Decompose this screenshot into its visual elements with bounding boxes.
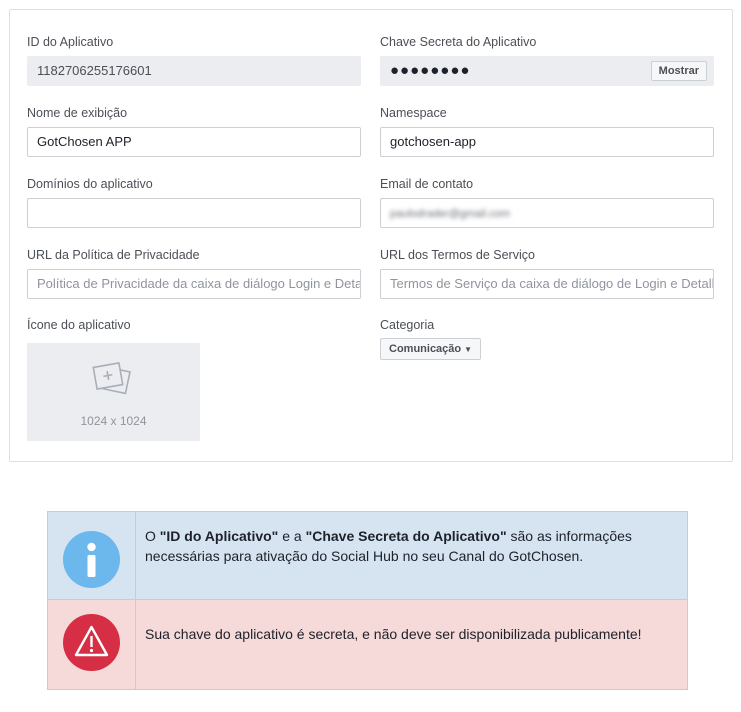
app-settings-panel: ID do Aplicativo 1182706255176601 Chave … xyxy=(9,9,733,462)
app-icon-dimensions: 1024 x 1024 xyxy=(80,414,147,428)
contact-email-input[interactable]: paulodrader@gmail.com xyxy=(380,198,714,228)
app-icon-upload[interactable]: 1024 x 1024 xyxy=(27,343,200,441)
app-id-field: ID do Aplicativo 1182706255176601 xyxy=(27,34,361,86)
app-secret-field: Chave Secreta do Aplicativo ●●●●●●●● Mos… xyxy=(380,34,714,86)
app-id-label: ID do Aplicativo xyxy=(27,35,114,49)
category-dropdown[interactable]: Comunicação ▼ xyxy=(380,338,482,360)
category-label: Categoria xyxy=(380,318,435,332)
app-domains-input[interactable] xyxy=(27,198,361,228)
info-icon xyxy=(63,531,120,588)
chevron-down-icon: ▼ xyxy=(464,345,473,354)
app-secret-masked: ●●●●●●●● xyxy=(390,62,471,79)
terms-url-input[interactable]: Termos de Serviço da caixa de diálogo de… xyxy=(380,269,714,299)
show-secret-button[interactable]: Mostrar xyxy=(650,61,707,81)
info-message: O "ID do Aplicativo" e a "Chave Secreta … xyxy=(145,526,667,566)
info-text-2: e a xyxy=(278,528,306,544)
terms-url-field: URL dos Termos de Serviço Termos de Serv… xyxy=(380,247,714,299)
warning-icon-column xyxy=(48,600,136,689)
image-upload-icon xyxy=(92,361,131,395)
warning-notice: Sua chave do aplicativo é secreta, e não… xyxy=(47,600,688,690)
warning-icon xyxy=(63,614,120,671)
namespace-field: Namespace gotchosen-app xyxy=(380,105,714,157)
display-name-field: Nome de exibição GotChosen APP xyxy=(27,105,361,157)
category-field: Categoria xyxy=(380,317,714,335)
privacy-url-label: URL da Política de Privacidade xyxy=(27,248,200,262)
info-bold-app-secret: "Chave Secreta do Aplicativo" xyxy=(305,528,507,544)
info-notice: O "ID do Aplicativo" e a "Chave Secreta … xyxy=(47,511,688,600)
warning-message: Sua chave do aplicativo é secreta, e não… xyxy=(145,626,642,642)
display-name-label: Nome de exibição xyxy=(27,106,128,120)
privacy-url-field: URL da Política de Privacidade Política … xyxy=(27,247,361,299)
app-id-value: 1182706255176601 xyxy=(27,56,361,86)
app-secret-label: Chave Secreta do Aplicativo xyxy=(380,35,537,49)
display-name-input[interactable]: GotChosen APP xyxy=(27,127,361,157)
namespace-label: Namespace xyxy=(380,106,447,120)
namespace-input[interactable]: gotchosen-app xyxy=(380,127,714,157)
contact-email-value: paulodrader@gmail.com xyxy=(390,208,511,220)
app-domains-field: Domínios do aplicativo xyxy=(27,176,361,228)
privacy-url-input[interactable]: Política de Privacidade da caixa de diál… xyxy=(27,269,361,299)
terms-url-label: URL dos Termos de Serviço xyxy=(380,248,535,262)
app-domains-label: Domínios do aplicativo xyxy=(27,177,153,191)
contact-email-field: Email de contato paulodrader@gmail.com xyxy=(380,176,714,228)
app-icon-field: Ícone do aplicativo xyxy=(27,317,361,335)
contact-email-label: Email de contato xyxy=(380,177,474,191)
app-icon-label: Ícone do aplicativo xyxy=(27,318,131,332)
info-text-1: O xyxy=(145,528,160,544)
app-secret-value: ●●●●●●●● Mostrar xyxy=(380,56,714,86)
info-bold-app-id: "ID do Aplicativo" xyxy=(159,528,279,544)
category-value: Comunicação xyxy=(389,343,462,355)
info-icon-column xyxy=(48,512,136,599)
